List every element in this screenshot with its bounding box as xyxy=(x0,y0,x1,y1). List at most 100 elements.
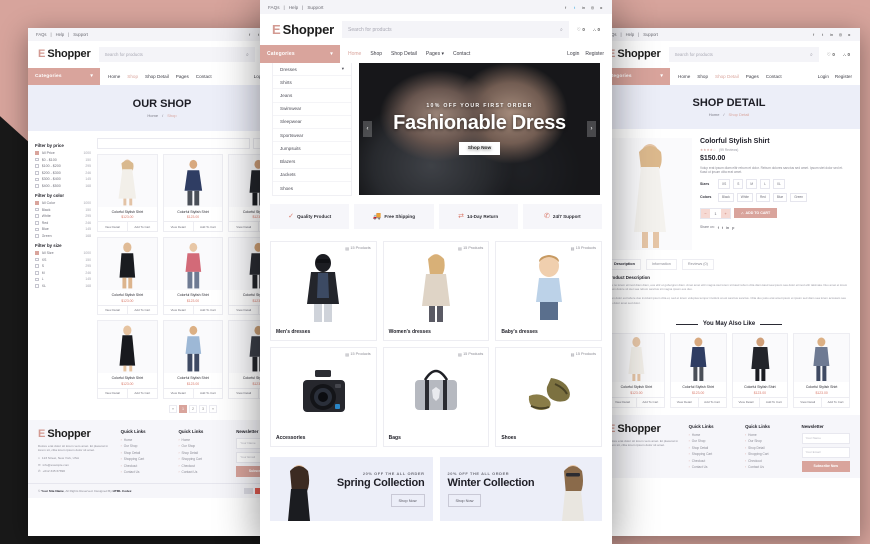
filter-sidebar[interactable]: Filter by price All Price 1000 $0 - $100 1… xyxy=(35,138,91,413)
twitter-icon[interactable]: t xyxy=(572,5,577,10)
footer-link[interactable]: › Our Shop xyxy=(745,439,793,443)
topbar-socials[interactable]: f t in ◎ ▸ xyxy=(811,32,852,37)
product-card[interactable]: Colorful Stylish Shirt $123.00 View Deta… xyxy=(793,333,850,408)
product-actions[interactable]: View Detail Add To Cart xyxy=(163,304,223,315)
product-card[interactable]: Colorful Stylish Shirt $123.00 View Deta… xyxy=(669,333,727,408)
view-detail-button[interactable]: View Detail xyxy=(229,388,260,398)
footer-link[interactable]: › Shopping Cart xyxy=(689,452,737,456)
offer-banner-spring[interactable]: 20% OFF THE ALL ORDER Spring Collection … xyxy=(270,456,433,521)
category-item-shoes[interactable]: Shoes xyxy=(273,182,351,195)
view-detail-button[interactable]: View Detail xyxy=(229,305,260,315)
filter-row[interactable]: XL 168 xyxy=(35,284,91,288)
product-actions[interactable]: View Detail Add To Cart xyxy=(98,304,157,315)
add-to-cart-button[interactable]: Add To Cart xyxy=(128,222,157,231)
filter-row[interactable]: Red 246 xyxy=(35,221,91,225)
view-detail-button[interactable]: View Detail xyxy=(794,397,823,407)
category-item-swimwear[interactable]: Swimwear xyxy=(273,103,351,116)
footer-link[interactable]: › Home xyxy=(121,438,171,442)
checkbox[interactable] xyxy=(35,164,39,168)
nav-item-home[interactable]: Home xyxy=(108,74,120,79)
view-detail-button[interactable]: View Detail xyxy=(609,397,637,407)
facebook-icon[interactable]: f xyxy=(247,32,252,37)
filter-row[interactable]: Green 168 xyxy=(35,234,91,238)
tab-description[interactable]: Description xyxy=(608,259,641,270)
breadcrumb-home[interactable]: Home xyxy=(709,112,720,117)
main-nav[interactable]: Categories ▾ Home Shop Shop Detail Pages… xyxy=(28,68,296,85)
view-detail-button[interactable]: View Detail xyxy=(164,222,194,232)
checkbox[interactable] xyxy=(35,270,39,275)
facebook-icon[interactable]: f xyxy=(811,32,816,37)
add-to-cart-button[interactable]: Add To Cart xyxy=(194,222,223,231)
footer-link[interactable]: › Checkout xyxy=(745,459,793,463)
product-card[interactable]: Colorful Stylish Shirt $123.00 View Deta… xyxy=(162,237,224,316)
page-1[interactable]: 1 xyxy=(179,404,187,413)
nav-item-shop[interactable]: Shop xyxy=(370,51,382,57)
color-options[interactable]: Colors Black White Red Blue Green xyxy=(700,192,850,202)
checkbox[interactable] xyxy=(35,284,39,288)
site-logo[interactable]: E Shopper xyxy=(272,23,334,36)
youtube-icon[interactable]: ▸ xyxy=(599,5,604,10)
page-3[interactable]: 3 xyxy=(199,404,207,413)
filter-row[interactable]: $200 - $300 246 xyxy=(35,171,91,175)
category-card-babys-dresses[interactable]: ▤ 15 Products Baby's dresses xyxy=(495,240,602,341)
footer-link[interactable]: › Contact Us xyxy=(178,470,228,474)
pinterest-icon[interactable]: p xyxy=(732,225,734,230)
footer-link[interactable]: › Shop Detail xyxy=(121,451,171,455)
nav-item-shop[interactable]: Shop xyxy=(127,74,138,79)
checkbox[interactable] xyxy=(35,184,39,188)
product-actions[interactable]: View Detail Add To Cart xyxy=(98,221,157,232)
category-card-shoes[interactable]: ▤ 15 Products Shoes xyxy=(495,346,602,447)
facebook-icon[interactable]: f xyxy=(563,5,568,10)
view-detail-button[interactable]: View Detail xyxy=(98,222,128,232)
category-item-jumpsuits[interactable]: Jumpsuits xyxy=(273,142,351,156)
carousel-prev-icon[interactable]: ‹ xyxy=(363,121,372,137)
topbar-link-faqs[interactable]: FAQs xyxy=(268,5,280,10)
size-option-xs[interactable]: XS xyxy=(718,179,731,189)
filter-row[interactable]: $0 - $100 150 xyxy=(35,158,91,162)
breadcrumb[interactable]: Home / Shop Detail xyxy=(709,112,749,117)
search-input[interactable]: Search for products ⌕ xyxy=(668,47,819,62)
product-card[interactable]: Colorful Stylish Shirt $123.00 View Deta… xyxy=(97,320,158,399)
checkbox[interactable] xyxy=(35,251,39,255)
topbar-links[interactable]: FAQs| Help| Support xyxy=(606,32,658,37)
nav-item-home[interactable]: Home xyxy=(678,74,690,79)
main-nav[interactable]: Categories ▾ Home Shop Shop Detail Pages… xyxy=(598,68,860,85)
topbar-link-support[interactable]: Support xyxy=(307,5,323,10)
checkbox[interactable] xyxy=(35,277,39,282)
filter-row[interactable]: S 295 xyxy=(35,264,91,268)
topbar-socials[interactable]: f t in ◎ ▸ xyxy=(563,5,604,10)
category-item-dresses[interactable]: Dresses ▾ xyxy=(273,63,351,77)
nav-item-shop-detail[interactable]: Shop Detail xyxy=(391,51,417,57)
share-row[interactable]: Share on: f t in p xyxy=(700,225,850,230)
feature-free-shipping[interactable]: 🚚 Free Shipping xyxy=(354,203,434,229)
detail-tabs[interactable]: Description Information Reviews (0) xyxy=(598,259,860,270)
color-option-green[interactable]: Green xyxy=(790,192,808,202)
newsletter-name-input[interactable]: Your Name xyxy=(801,432,850,444)
page-next[interactable]: » xyxy=(209,404,217,413)
footer-link[interactable]: › Contact Us xyxy=(745,465,793,469)
topbar-link-support[interactable]: Support xyxy=(643,32,658,37)
footer-email[interactable]: ✉ info@example.com xyxy=(38,463,113,467)
size-option-s[interactable]: S xyxy=(733,179,744,189)
filter-row[interactable]: L 145 xyxy=(35,277,91,281)
nav-item-shop-detail[interactable]: Shop Detail xyxy=(715,74,739,79)
nav-item-shop-detail[interactable]: Shop Detail xyxy=(145,74,169,79)
view-detail-button[interactable]: View Detail xyxy=(164,388,194,398)
breadcrumb[interactable]: Home / Shop xyxy=(147,113,176,118)
topbar-link-help[interactable]: Help xyxy=(56,32,65,37)
footer-link[interactable]: › Shopping Cart xyxy=(121,457,171,461)
tab-information[interactable]: Information xyxy=(645,259,677,270)
product-card[interactable]: Colorful Stylish Shirt $123.00 View Deta… xyxy=(97,237,158,316)
footer-link[interactable]: › Our Shop xyxy=(178,444,228,448)
filter-row[interactable]: Blue 145 xyxy=(35,227,91,231)
product-main-image[interactable] xyxy=(608,138,692,250)
product-actions[interactable]: View Detail Add To Cart xyxy=(163,387,223,398)
quantity-increase[interactable]: + xyxy=(721,208,730,218)
page-prev[interactable]: « xyxy=(169,404,177,413)
instagram-icon[interactable]: ◎ xyxy=(590,5,595,10)
register-link[interactable]: Register xyxy=(585,51,604,57)
quantity-value[interactable]: 1 xyxy=(710,209,721,218)
product-card[interactable]: Colorful Stylish Shirt $123.00 View Deta… xyxy=(608,333,665,408)
login-link[interactable]: Login xyxy=(567,51,579,57)
filter-row[interactable]: $300 - $400 145 xyxy=(35,177,91,181)
